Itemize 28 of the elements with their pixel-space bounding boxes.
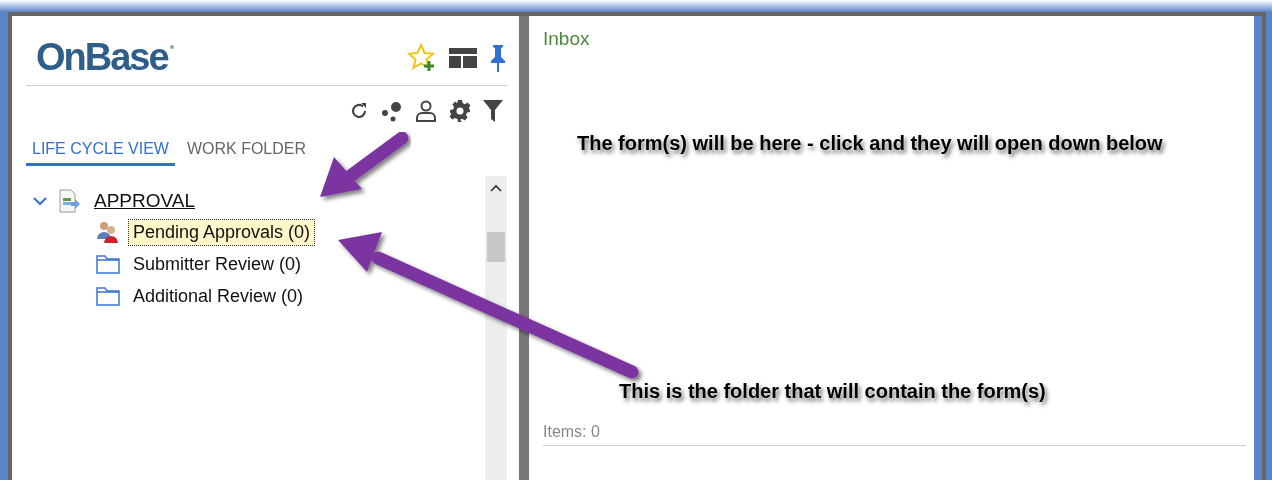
- callout-text: This is the folder that will contain the form(s): [619, 380, 1046, 402]
- tab[interactable]: LIFE CYCLE VIEW: [26, 134, 175, 166]
- people-icon: [96, 221, 120, 243]
- tree-item[interactable]: Submitter Review (0): [128, 250, 307, 278]
- document-icon: [58, 189, 80, 213]
- refresh-icon[interactable]: [349, 101, 369, 121]
- registered-dot: [169, 44, 174, 49]
- tree-item[interactable]: APPROVAL: [94, 190, 196, 212]
- filter-icon[interactable]: [483, 100, 503, 122]
- tree-item[interactable]: Additional Review (0): [128, 282, 309, 310]
- settings-icon[interactable]: [449, 100, 471, 122]
- callout-text: The form(s) will be here - click and they will open down below: [577, 132, 1163, 154]
- star-plus-icon[interactable]: [407, 42, 437, 73]
- logo: OnBase: [36, 36, 168, 79]
- tree-item[interactable]: Pending Approvals (0): [128, 218, 316, 246]
- scrollbar[interactable]: [485, 176, 507, 480]
- items-count: Items: 0: [543, 423, 1246, 446]
- dots-icon[interactable]: [381, 100, 403, 122]
- pin-icon[interactable]: [489, 43, 507, 72]
- chevron-icon[interactable]: [32, 195, 48, 207]
- tab[interactable]: WORK FOLDER: [180, 134, 313, 166]
- scroll-up-icon[interactable]: [490, 184, 502, 192]
- folder-icon: [96, 286, 120, 306]
- layout-icon[interactable]: [449, 47, 477, 68]
- user-icon[interactable]: [415, 100, 437, 122]
- scroll-thumb[interactable]: [487, 232, 505, 262]
- inbox-title: Inbox: [543, 28, 591, 50]
- folder-icon: [96, 254, 120, 274]
